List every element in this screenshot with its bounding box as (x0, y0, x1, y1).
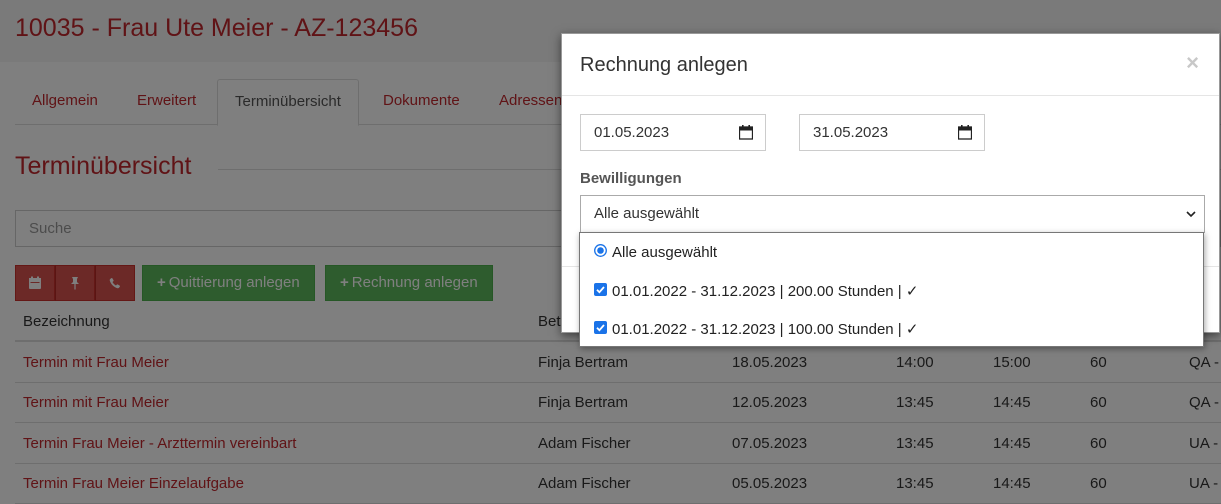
date-from-input[interactable]: 01.05.2023 (580, 114, 766, 151)
chevron-down-icon (1186, 211, 1196, 218)
close-icon[interactable]: × (1186, 50, 1199, 76)
bewilligungen-select[interactable]: Alle ausgewählt (580, 195, 1205, 233)
calendar-icon[interactable] (739, 125, 753, 140)
option-label: 01.01.2022 - 31.12.2023 | 200.00 Stunden… (612, 283, 919, 300)
option-alle-ausgewaehlt[interactable]: Alle ausgewählt (594, 244, 717, 261)
option-label: 01.01.2022 - 31.12.2023 | 100.00 Stunden… (612, 321, 919, 338)
bewilligungen-dropdown: Alle ausgewählt 01.01.2022 - 31.12.2023 … (579, 232, 1204, 347)
modal-title: Rechnung anlegen (580, 54, 748, 76)
date-to-value: 31.05.2023 (813, 124, 889, 141)
bewilligungen-label: Bewilligungen (580, 170, 682, 187)
option-label: Alle ausgewählt (612, 244, 718, 261)
radio-selected-icon[interactable] (594, 244, 607, 257)
select-value: Alle ausgewählt (594, 205, 700, 222)
modal-header: Rechnung anlegen × (562, 34, 1219, 96)
date-to-input[interactable]: 31.05.2023 (799, 114, 985, 151)
calendar-icon[interactable] (958, 125, 972, 140)
checkbox-checked-icon[interactable] (594, 282, 607, 296)
option-bewilligung[interactable]: 01.01.2022 - 31.12.2023 | 200.00 Stunden… (594, 282, 918, 300)
date-from-value: 01.05.2023 (594, 124, 670, 141)
checkbox-checked-icon[interactable] (594, 320, 607, 334)
option-bewilligung[interactable]: 01.01.2022 - 31.12.2023 | 100.00 Stunden… (594, 320, 918, 338)
